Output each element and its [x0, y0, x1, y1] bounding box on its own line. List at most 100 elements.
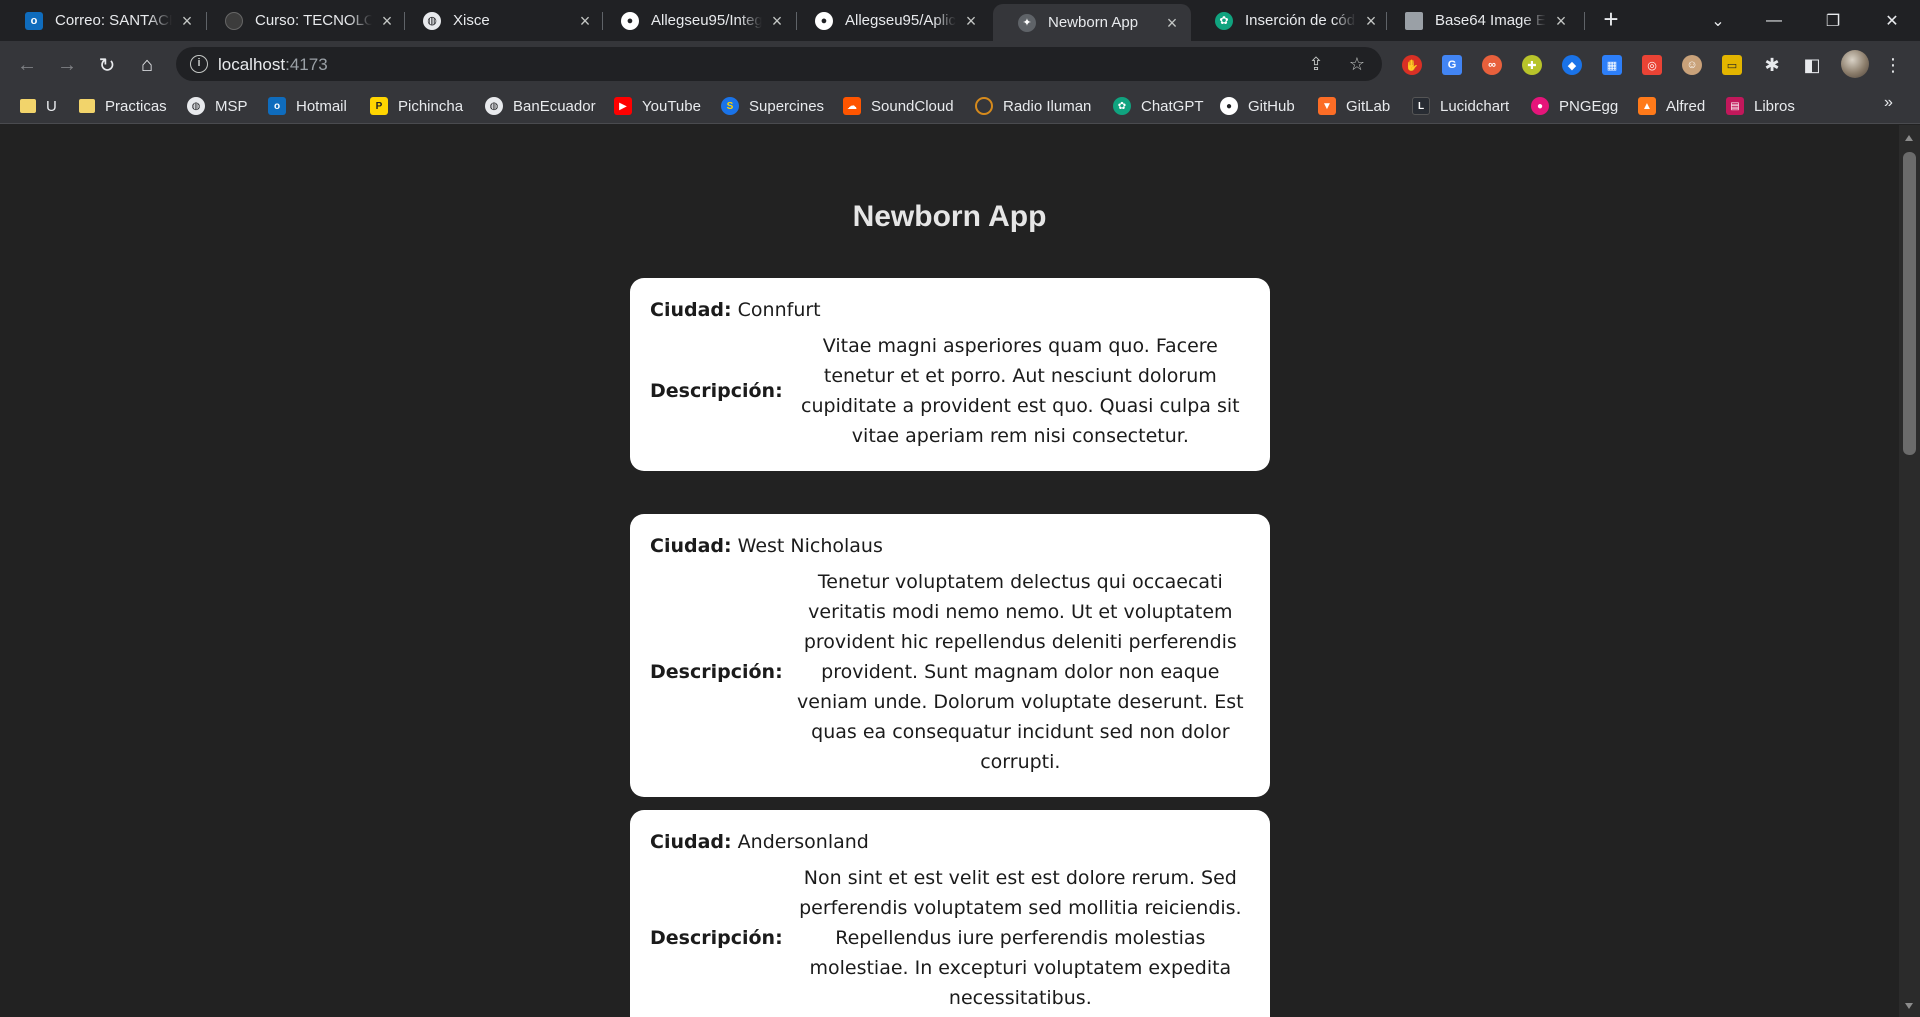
vertical-scrollbar[interactable]: [1899, 125, 1920, 1017]
pichincha-icon: P: [370, 97, 388, 115]
github-icon: ●: [621, 11, 639, 30]
share-icon[interactable]: ⇪: [1306, 54, 1326, 74]
bookmark-msp[interactable]: ◍ MSP: [187, 96, 248, 116]
bookmark-chatgpt[interactable]: ✿ ChatGPT: [1113, 96, 1204, 116]
extension-keyboard-icon[interactable]: ▭: [1722, 55, 1742, 75]
bookmark-hotmail[interactable]: o Hotmail: [268, 96, 347, 116]
tab-xisce[interactable]: ◍ Xisce ×: [398, 0, 604, 41]
tab-search-icon[interactable]: ⌄: [1690, 0, 1746, 41]
tab-title: Allegseu95/Aplica: [845, 12, 956, 29]
profile-avatar[interactable]: [1841, 50, 1869, 78]
city-label: Ciudad:: [650, 535, 732, 557]
scroll-up-icon[interactable]: [1905, 135, 1913, 141]
bookmark-alfred[interactable]: ▲ Alfred: [1638, 96, 1705, 116]
tab-insercion[interactable]: ✿ Inserción de códig ×: [1190, 0, 1390, 41]
bookmark-pngegg[interactable]: ● PNGEgg: [1531, 96, 1618, 116]
close-icon[interactable]: ×: [178, 12, 196, 30]
extension-blue-icon[interactable]: ◆: [1562, 55, 1582, 75]
menu-kebab-icon[interactable]: ⋮: [1881, 53, 1905, 77]
moodle-icon: [225, 11, 243, 30]
bookmark-lucidchart[interactable]: L Lucidchart: [1412, 96, 1509, 116]
description-row: Descripción: Tenetur voluptatem delectus…: [650, 567, 1250, 777]
tab-title: Newborn App: [1048, 14, 1139, 31]
more-bookmarks-icon[interactable]: »: [1884, 94, 1893, 112]
bookmark-u[interactable]: U: [20, 96, 57, 116]
restore-icon[interactable]: ❐: [1805, 0, 1861, 41]
city-card: Ciudad: West Nicholaus Descripción: Tene…: [630, 514, 1270, 797]
bookmark-pichincha[interactable]: P Pichincha: [370, 96, 463, 116]
close-icon[interactable]: ×: [378, 12, 396, 30]
bookmark-libros[interactable]: ▤ Libros: [1726, 96, 1795, 116]
extension-green-icon[interactable]: ✚: [1522, 55, 1542, 75]
bookmark-practicas[interactable]: Practicas: [79, 96, 167, 116]
tab-base64[interactable]: Base64 Image Enc ×: [1380, 0, 1580, 41]
extension-translate-icon[interactable]: G: [1442, 55, 1462, 75]
outlook-icon: o: [268, 97, 286, 115]
tab-title: Curso: TECNOLOGÍAS: [255, 12, 372, 29]
scroll-down-icon[interactable]: [1905, 1003, 1913, 1009]
outlook-icon: o: [25, 11, 43, 30]
extension-face-icon[interactable]: ☺: [1682, 55, 1702, 75]
bookmark-youtube[interactable]: ▶ YouTube: [614, 96, 701, 116]
bookmarks-bar: U Practicas ◍ MSP o Hotmail P Pichincha ◍ Ba…: [0, 88, 1920, 124]
url-text[interactable]: localhost:4173: [218, 55, 328, 75]
scrollbar-thumb[interactable]: [1903, 152, 1916, 455]
tab-github-aplica[interactable]: ● Allegseu95/Aplica ×: [790, 0, 990, 41]
chatgpt-icon: ✿: [1113, 97, 1131, 115]
new-tab-button[interactable]: +: [1598, 6, 1624, 33]
minimize-icon[interactable]: —: [1746, 0, 1802, 41]
city-card: Ciudad: Connfurt Descripción: Vitae magn…: [630, 278, 1270, 471]
tab-github-integ[interactable]: ● Allegseu95/Integ ×: [596, 0, 796, 41]
radio-icon: [975, 97, 993, 115]
city-value: Connfurt: [737, 299, 821, 321]
image-icon: [1405, 11, 1423, 30]
globe-icon: ◍: [423, 11, 441, 30]
page-viewport: Newborn App Ciudad: Connfurt Descripción…: [0, 125, 1899, 1017]
tab-title: Xisce: [453, 12, 490, 29]
close-icon[interactable]: ×: [768, 12, 786, 30]
back-button[interactable]: ←: [11, 49, 43, 81]
city-value: Andersonland: [737, 831, 869, 853]
extension-adblock-icon[interactable]: ✋: [1402, 55, 1422, 75]
close-icon[interactable]: ×: [576, 12, 594, 30]
forward-button[interactable]: →: [51, 49, 83, 81]
soundcloud-icon: ☁: [843, 97, 861, 115]
home-button[interactable]: ⌂: [131, 49, 163, 81]
extension-infinity-icon[interactable]: ∞: [1482, 55, 1502, 75]
tab-title: Correo: SANTACRUZ: [55, 12, 172, 29]
tab-correo[interactable]: o Correo: SANTACRUZ ×: [0, 0, 206, 41]
extension-grid-icon[interactable]: ▦: [1602, 55, 1622, 75]
close-icon[interactable]: ×: [1163, 14, 1181, 32]
bookmark-gitlab[interactable]: ▼ GitLab: [1318, 96, 1390, 116]
city-value: West Nicholaus: [737, 535, 883, 557]
tab-newborn-app[interactable]: ✦ Newborn App ×: [993, 4, 1191, 41]
close-icon[interactable]: ×: [962, 12, 980, 30]
bookmark-star-icon[interactable]: ☆: [1347, 54, 1367, 74]
description-label: Descripción:: [650, 661, 783, 683]
close-icon[interactable]: ×: [1552, 12, 1570, 30]
side-panel-icon[interactable]: ◧: [1800, 53, 1824, 77]
address-bar[interactable]: i localhost:4173 ⇪ ☆: [176, 47, 1382, 81]
globe-icon: ◍: [485, 97, 503, 115]
globe-icon: ◍: [187, 97, 205, 115]
description-value: Tenetur voluptatem delectus qui occaecat…: [797, 571, 1244, 773]
window-close-icon[interactable]: ✕: [1864, 0, 1920, 41]
app-icon: ✦: [1018, 13, 1036, 32]
pngegg-icon: ●: [1531, 97, 1549, 115]
description-label: Descripción:: [650, 927, 783, 949]
bookmark-banecuador[interactable]: ◍ BanEcuador: [485, 96, 596, 116]
extensions-puzzle-icon[interactable]: ✱: [1760, 53, 1784, 77]
site-info-icon[interactable]: i: [190, 55, 208, 73]
bookmark-soundcloud[interactable]: ☁ SoundCloud: [843, 96, 954, 116]
description-label: Descripción:: [650, 380, 783, 402]
city-label: Ciudad:: [650, 299, 732, 321]
bookmark-radio-iluman[interactable]: Radio Iluman: [975, 96, 1091, 116]
reload-button[interactable]: ↻: [91, 49, 123, 81]
chatgpt-icon: ✿: [1215, 11, 1233, 30]
bookmark-github[interactable]: ● GitHub: [1220, 96, 1295, 116]
close-icon[interactable]: ×: [1362, 12, 1380, 30]
tab-curso[interactable]: Curso: TECNOLOGÍAS ×: [200, 0, 406, 41]
bookmark-supercines[interactable]: S Supercines: [721, 96, 824, 116]
tab-title: Allegseu95/Integ: [651, 12, 762, 29]
extension-record-icon[interactable]: ◎: [1642, 55, 1662, 75]
